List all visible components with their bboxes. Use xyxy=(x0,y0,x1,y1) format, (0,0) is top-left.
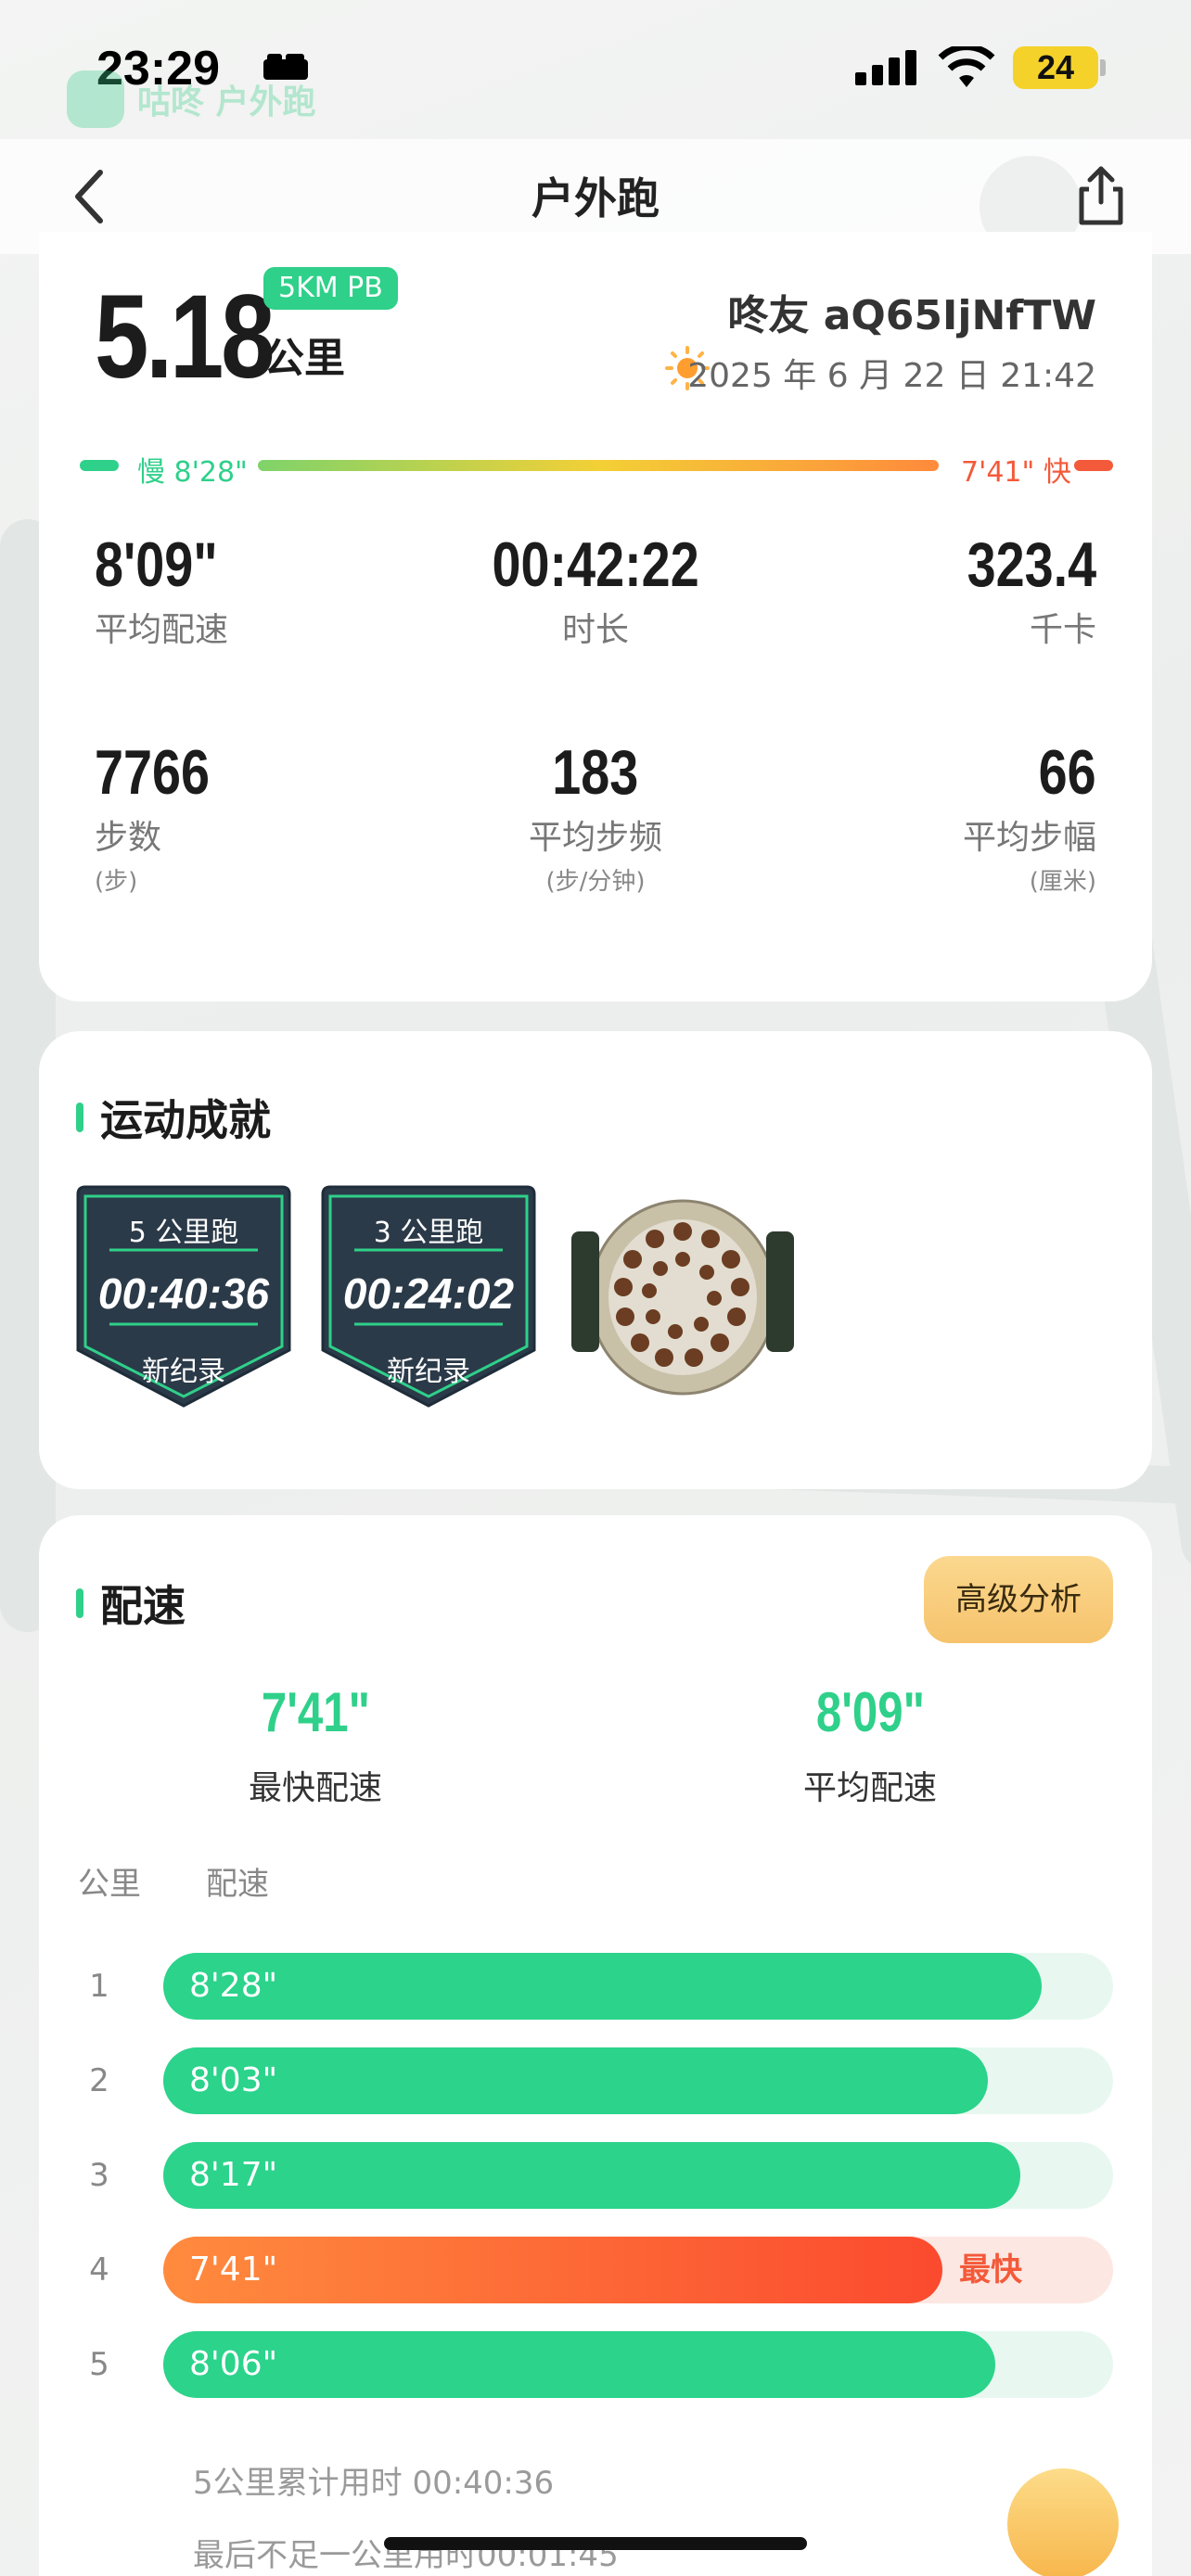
stat-avg-pace: 8'09" 平均配速 xyxy=(95,529,447,651)
stat-value: 66 xyxy=(1038,737,1096,808)
battery-indicator: 24 xyxy=(1013,46,1098,89)
pace-header: 配速 xyxy=(76,1573,186,1634)
achievements-card: 运动成就 5 公里跑 00:40:36 新纪录 3 公里跑 00:24:02 新… xyxy=(39,1031,1152,1489)
stat-value: 183 xyxy=(552,737,639,808)
fast-pace-label: 7'41" 快 xyxy=(961,456,1071,489)
split-bar: 8'06" xyxy=(163,2331,995,2398)
section-accent xyxy=(76,1588,83,1618)
fastest-pace-label: 最快配速 xyxy=(248,1769,382,1807)
stat-steps: 7766 步数 (步) xyxy=(95,736,447,897)
split-pace: 8'17" xyxy=(189,2156,278,2194)
split-pace: 7'41" xyxy=(189,2251,278,2289)
split-track: 8'06" xyxy=(163,2331,1113,2398)
split-row: 5 8'06" xyxy=(39,2331,1152,2398)
stat-calories: 323.4 千卡 xyxy=(744,529,1096,651)
fastest-pace: 7'41" 最快配速 xyxy=(176,1680,455,1809)
prayer-beads-badge[interactable] xyxy=(571,1194,794,1400)
split-bar: 8'17" xyxy=(163,2142,1020,2209)
pb-badge: 5KM PB xyxy=(263,267,398,310)
stat-stride: 66 平均步幅 (厘米) xyxy=(744,736,1096,897)
slow-pace-marker xyxy=(80,460,119,471)
achievements-header: 运动成就 xyxy=(76,1087,271,1148)
medal-title: 3 公里跑 xyxy=(373,1217,484,1249)
split-track: 8'28" xyxy=(163,1953,1113,2020)
stat-label: 千卡 xyxy=(1029,611,1096,649)
cellular-signal-icon xyxy=(855,50,916,85)
stat-label: 步数 xyxy=(95,819,162,857)
stat-unit: (步/分钟) xyxy=(545,868,646,896)
stat-value: 7766 xyxy=(95,737,211,808)
pace-gradient-bar xyxy=(258,460,939,471)
medal-time: 00:40:36 xyxy=(97,1269,270,1318)
section-title: 运动成就 xyxy=(100,1095,271,1145)
split-km: 4 xyxy=(89,2251,109,2289)
medal-title: 5 公里跑 xyxy=(128,1217,239,1249)
stat-value: 00:42:22 xyxy=(492,529,699,600)
stat-cadence: 183 平均步频 (步/分钟) xyxy=(419,736,772,897)
advanced-analysis-button[interactable]: 高级分析 xyxy=(924,1556,1113,1643)
user-name: 咚友 aQ65IjNfTW xyxy=(727,292,1096,339)
stat-label: 时长 xyxy=(561,611,629,649)
split-km: 5 xyxy=(89,2346,109,2383)
stat-label: 平均步频 xyxy=(528,819,662,857)
distance-value: 5.18 xyxy=(95,271,275,403)
wifi-icon xyxy=(938,46,995,87)
distance-unit: 公里 xyxy=(263,335,345,382)
average-pace-label: 平均配速 xyxy=(802,1769,937,1807)
medal-5km[interactable]: 5 公里跑 00:40:36 新纪录 xyxy=(72,1185,295,1408)
average-pace: 8'09" 平均配速 xyxy=(731,1680,1009,1809)
split-bar: 7'41" xyxy=(163,2237,942,2303)
medal-3km[interactable]: 3 公里跑 00:24:02 新纪录 xyxy=(317,1185,540,1408)
stat-label: 平均配速 xyxy=(95,611,229,649)
total-time-note: 5公里累计用时 00:40:36 xyxy=(193,2465,555,2502)
split-pace: 8'03" xyxy=(189,2061,278,2099)
stat-unit: (步) xyxy=(95,868,138,896)
fastest-pace-value: 7'41" xyxy=(261,1681,370,1743)
slow-pace-label: 慢 8'28" xyxy=(137,456,248,489)
battery-tip xyxy=(1100,59,1106,76)
section-title: 配速 xyxy=(100,1581,186,1631)
fastest-tag: 最快 xyxy=(959,2251,1022,2289)
split-bar: 8'28" xyxy=(163,1953,1042,2020)
stat-value: 8'09" xyxy=(95,529,218,600)
split-bar: 8'03" xyxy=(163,2047,988,2114)
split-km: 1 xyxy=(89,1968,109,2005)
split-row: 2 8'03" xyxy=(39,2047,1152,2114)
home-indicator xyxy=(384,2537,807,2550)
stat-value: 323.4 xyxy=(967,529,1096,600)
prayer-beads-icon xyxy=(571,1199,794,1396)
medal-subtitle: 新纪录 xyxy=(387,1356,470,1388)
app-logo xyxy=(67,70,124,128)
stat-label: 平均步幅 xyxy=(962,819,1096,857)
column-header-km: 公里 xyxy=(78,1866,141,1903)
split-km: 3 xyxy=(89,2157,109,2194)
split-track: 7'41" 最快 xyxy=(163,2237,1113,2303)
medal-subtitle: 新纪录 xyxy=(142,1356,225,1388)
column-header-pace: 配速 xyxy=(206,1866,269,1903)
section-accent xyxy=(76,1103,83,1132)
split-track: 8'03" xyxy=(163,2047,1113,2114)
medal-time: 00:24:02 xyxy=(342,1269,515,1318)
workout-datetime: 2025 年 6 月 22 日 21:42 xyxy=(687,357,1096,395)
app-watermark: 咕咚 户外跑 xyxy=(67,70,316,128)
floating-action-button[interactable] xyxy=(1007,2468,1119,2576)
split-row: 3 8'17" xyxy=(39,2142,1152,2209)
average-pace-value: 8'09" xyxy=(815,1681,925,1743)
pace-card: 配速 高级分析 7'41" 最快配速 8'09" 平均配速 公里 配速 1 8'2… xyxy=(39,1515,1152,2576)
summary-card: 5.18 5KM PB 公里 咚友 aQ65IjNfTW 2025 年 6 月 … xyxy=(39,232,1152,1001)
split-pace: 8'28" xyxy=(189,1967,278,2005)
stat-duration: 00:42:22 时长 xyxy=(419,529,772,651)
split-pace: 8'06" xyxy=(189,2345,278,2383)
split-row: 1 8'28" xyxy=(39,1953,1152,2020)
share-button[interactable] xyxy=(1067,161,1135,230)
split-row: 4 7'41" 最快 xyxy=(39,2237,1152,2303)
stat-unit: (厘米) xyxy=(1029,868,1096,896)
split-km: 2 xyxy=(89,2062,109,2099)
split-track: 8'17" xyxy=(163,2142,1113,2209)
fast-pace-marker xyxy=(1074,460,1113,471)
app-watermark-text: 咕咚 户外跑 xyxy=(137,83,316,121)
